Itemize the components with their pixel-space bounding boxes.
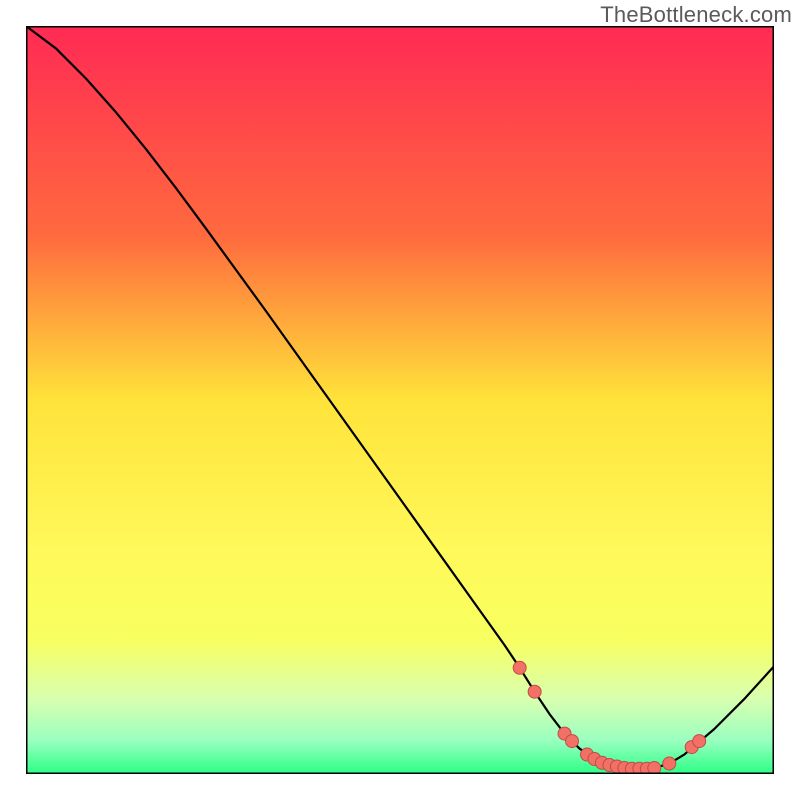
chart-container: TheBottleneck.com: [0, 0, 800, 800]
data-dot: [566, 735, 579, 748]
attribution-label: TheBottleneck.com: [600, 2, 792, 28]
data-dot: [513, 661, 526, 674]
data-dot: [663, 757, 676, 770]
data-dot: [528, 685, 541, 698]
data-dot: [648, 762, 661, 774]
chart-svg: [26, 26, 774, 774]
plot-area: [26, 26, 774, 774]
data-dot: [693, 735, 706, 748]
